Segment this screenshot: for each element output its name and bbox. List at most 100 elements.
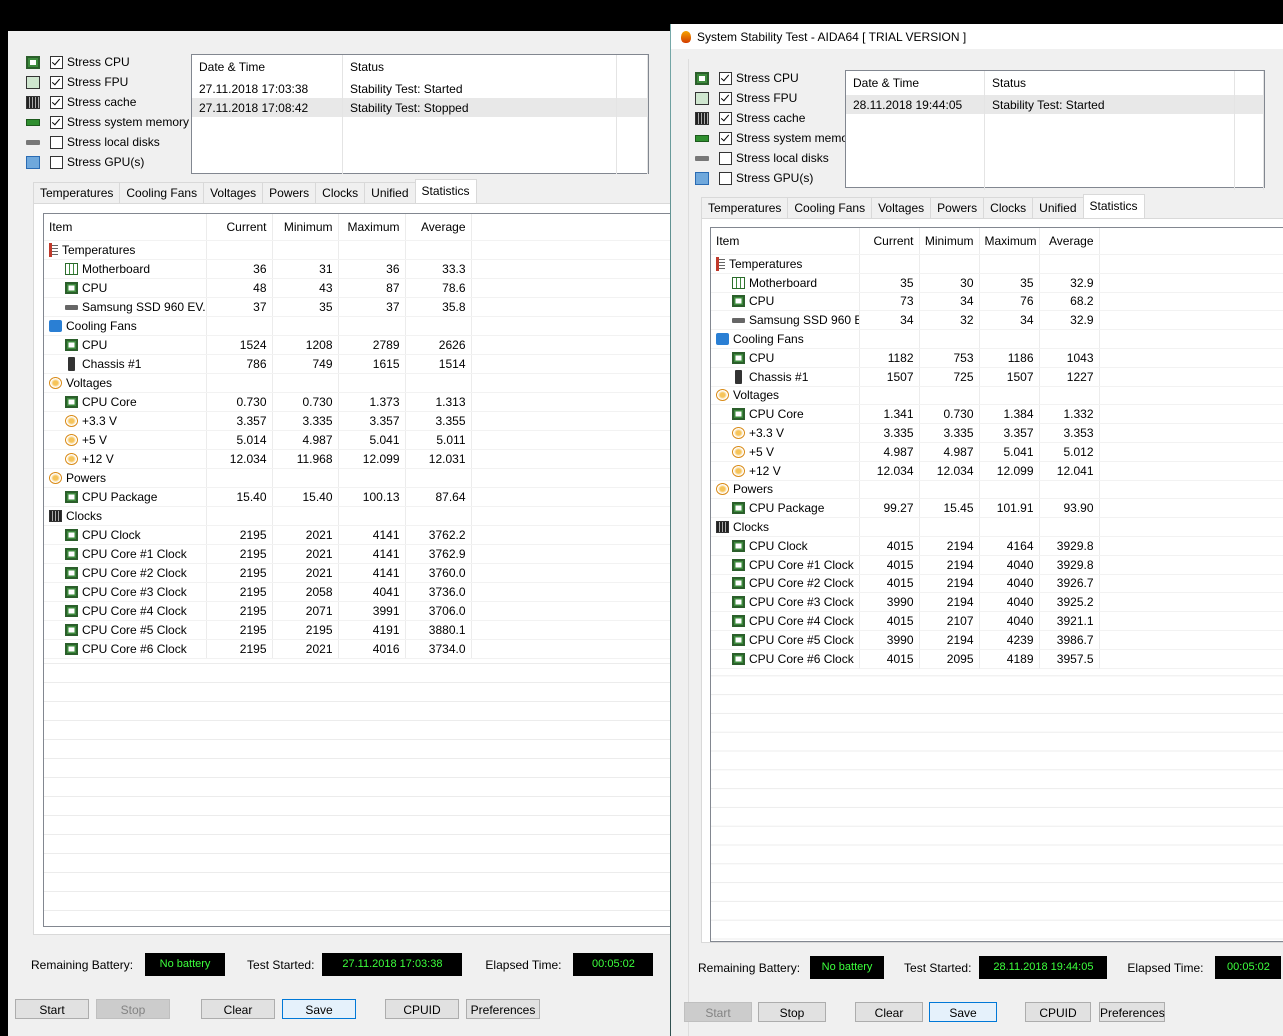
- sensor-row[interactable]: CPU 1182 753 1186 1043: [711, 348, 1283, 368]
- log-row[interactable]: [846, 114, 1265, 133]
- stress-option-row[interactable]: Stress CPU: [695, 68, 858, 88]
- log-header-cell[interactable]: Date & Time: [192, 55, 343, 79]
- preferences-button[interactable]: Preferences: [466, 999, 540, 1019]
- sensor-row[interactable]: +12 V 12.034 12.034 12.099 12.041: [711, 461, 1283, 481]
- sensor-row[interactable]: CPU Core #4 Clock 2195 2071 3991 3706.0: [44, 601, 670, 621]
- log-row[interactable]: [846, 152, 1265, 171]
- sensor-row[interactable]: CPU Core #6 Clock 4015 2095 4189 3957.5: [711, 649, 1283, 669]
- column-header[interactable]: Maximum: [338, 214, 406, 241]
- stress-option-row[interactable]: Stress cache: [26, 92, 189, 112]
- statistics-grid[interactable]: Item Current Minimum Maximum Average Temperat…: [43, 213, 670, 927]
- tab-voltages[interactable]: Voltages: [871, 197, 932, 218]
- column-header[interactable]: Average: [1039, 228, 1100, 255]
- log-row[interactable]: 28.11.2018 19:44:05 Stability Test: Start…: [846, 95, 1265, 114]
- column-header[interactable]: Current: [859, 228, 920, 255]
- log-header-cell[interactable]: Status: [342, 55, 618, 79]
- sensor-row[interactable]: CPU 1524 1208 2789 2626: [44, 335, 670, 355]
- group-row[interactable]: Cooling Fans: [44, 316, 670, 336]
- tab-temperatures[interactable]: Temperatures: [33, 182, 121, 203]
- tab-unified[interactable]: Unified: [1032, 197, 1084, 218]
- group-row[interactable]: Voltages: [711, 386, 1283, 406]
- sensor-row[interactable]: +5 V 4.987 4.987 5.041 5.012: [711, 442, 1283, 462]
- group-row[interactable]: Temperatures: [711, 254, 1283, 274]
- sensor-row[interactable]: CPU Package 99.27 15.45 101.91 93.90: [711, 498, 1283, 519]
- sensor-row[interactable]: CPU 73 34 76 68.2: [711, 292, 1283, 312]
- column-header[interactable]: Item: [44, 214, 207, 241]
- sensor-row[interactable]: +3.3 V 3.357 3.335 3.357 3.355: [44, 411, 670, 431]
- log-header-cell[interactable]: Status: [984, 71, 1235, 95]
- sensor-row[interactable]: CPU 48 43 87 78.6: [44, 278, 670, 298]
- log-row[interactable]: 27.11.2018 17:08:42 Stability Test: Stopp…: [192, 98, 648, 117]
- cpuid-button[interactable]: CPUID: [1025, 1002, 1091, 1022]
- stress-option-row[interactable]: Stress GPU(s): [26, 152, 189, 172]
- checkbox[interactable]: [50, 75, 63, 89]
- checkbox[interactable]: [50, 135, 63, 149]
- column-header[interactable]: Item: [711, 228, 860, 255]
- sensor-row[interactable]: CPU Core #3 Clock 3990 2194 4040 3925.2: [711, 592, 1283, 613]
- stress-option-row[interactable]: Stress GPU(s): [695, 168, 858, 188]
- stress-option-row[interactable]: Stress local disks: [695, 148, 858, 168]
- column-header[interactable]: Minimum: [919, 228, 980, 255]
- tab-unified[interactable]: Unified: [364, 182, 416, 203]
- sensor-row[interactable]: CPU Core #1 Clock 4015 2194 4040 3929.8: [711, 555, 1283, 575]
- sensor-row[interactable]: Motherboard 36 31 36 33.3: [44, 259, 670, 279]
- checkbox[interactable]: [50, 55, 63, 69]
- sensor-row[interactable]: CPU Core 1.341 0.730 1.384 1.332: [711, 404, 1283, 425]
- clear-button[interactable]: Clear: [201, 999, 275, 1019]
- tab-clocks[interactable]: Clocks: [983, 197, 1034, 218]
- checkbox[interactable]: [50, 115, 63, 129]
- sensor-row[interactable]: CPU Core #5 Clock 3990 2194 4239 3986.7: [711, 630, 1283, 650]
- group-row[interactable]: Clocks: [44, 506, 670, 526]
- column-header[interactable]: Average: [405, 214, 472, 241]
- sensor-row[interactable]: CPU Package 15.40 15.40 100.13 87.64: [44, 487, 670, 507]
- checkbox[interactable]: [719, 91, 732, 105]
- log-row[interactable]: [846, 171, 1265, 190]
- checkbox[interactable]: [719, 151, 732, 165]
- checkbox[interactable]: [50, 155, 63, 169]
- tab-statistics[interactable]: Statistics: [1082, 194, 1145, 218]
- group-row[interactable]: Clocks: [711, 517, 1283, 537]
- sensor-row[interactable]: +12 V 12.034 11.968 12.099 12.031: [44, 449, 670, 469]
- sensor-row[interactable]: Samsung SSD 960 EV...34323432.9: [711, 310, 1283, 331]
- stress-option-row[interactable]: Stress system memory: [26, 112, 189, 132]
- group-row[interactable]: Cooling Fans: [711, 329, 1283, 349]
- stress-option-row[interactable]: Stress cache: [695, 108, 858, 128]
- stop-button[interactable]: Stop: [96, 999, 170, 1019]
- cpuid-button[interactable]: CPUID: [385, 999, 459, 1019]
- log-row[interactable]: 27.11.2018 17:03:38 Stability Test: Start…: [192, 79, 648, 98]
- group-row[interactable]: Powers: [711, 480, 1283, 500]
- clear-button[interactable]: Clear: [855, 1002, 923, 1022]
- log-header-cell[interactable]: Date & Time: [846, 71, 985, 95]
- tab-powers[interactable]: Powers: [930, 197, 985, 218]
- sensor-row[interactable]: +5 V 5.014 4.987 5.041 5.011: [44, 430, 670, 450]
- tab-clocks[interactable]: Clocks: [315, 182, 366, 203]
- stress-option-row[interactable]: Stress local disks: [26, 132, 189, 152]
- column-header[interactable]: Minimum: [272, 214, 339, 241]
- sensor-row[interactable]: CPU Clock 2195 2021 4141 3762.2: [44, 525, 670, 545]
- preferences-button[interactable]: Preferences: [1099, 1002, 1165, 1022]
- save-button[interactable]: Save: [929, 1002, 997, 1022]
- log-row[interactable]: [846, 133, 1265, 152]
- sensor-row[interactable]: Motherboard 35 30 35 32.9: [711, 273, 1283, 293]
- checkbox[interactable]: [719, 171, 732, 185]
- log-row[interactable]: [192, 155, 648, 174]
- event-log[interactable]: Date & Time Status 28.11.2018 19:44:05 Stab…: [845, 70, 1265, 190]
- log-row[interactable]: [192, 136, 648, 155]
- sensor-row[interactable]: CPU Core #2 Clock 4015 2194 4040 3926.7: [711, 574, 1283, 594]
- checkbox[interactable]: [50, 95, 63, 109]
- column-header[interactable]: Current: [206, 214, 273, 241]
- start-button[interactable]: Start: [15, 999, 89, 1019]
- event-log[interactable]: Date & Time Status 27.11.2018 17:03:38 Stab…: [191, 54, 649, 174]
- tab-statistics[interactable]: Statistics: [414, 179, 477, 203]
- sensor-row[interactable]: CPU Core #4 Clock 4015 2107 4040 3921.1: [711, 611, 1283, 631]
- save-button[interactable]: Save: [282, 999, 356, 1019]
- sensor-row[interactable]: CPU Core #1 Clock 2195 2021 4141 3762.9: [44, 544, 670, 564]
- group-row[interactable]: Powers: [44, 468, 670, 488]
- tab-cooling-fans[interactable]: Cooling Fans: [119, 182, 205, 203]
- tab-cooling-fans[interactable]: Cooling Fans: [787, 197, 873, 218]
- column-header[interactable]: Maximum: [979, 228, 1040, 255]
- group-row[interactable]: Temperatures: [44, 240, 670, 260]
- statistics-grid[interactable]: Item Current Minimum Maximum Average Temperat…: [710, 227, 1283, 942]
- stress-option-row[interactable]: Stress FPU: [695, 88, 858, 108]
- sensor-row[interactable]: Chassis #1 786 749 1615 1514: [44, 354, 670, 374]
